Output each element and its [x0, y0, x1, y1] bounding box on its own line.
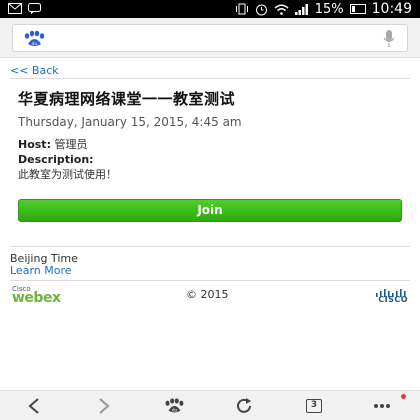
cisco-wordmark: CISCO — [378, 295, 408, 304]
microphone-icon[interactable] — [383, 29, 395, 49]
alarm-icon — [255, 4, 267, 15]
signal-icon — [294, 3, 308, 15]
envelope-icon — [8, 3, 22, 14]
back-nav-button[interactable] — [20, 395, 48, 417]
status-notifications — [8, 3, 41, 15]
host-label: Host: — [18, 138, 51, 151]
forward-nav-button[interactable] — [90, 395, 118, 417]
meeting-title: 华夏病理网络课堂一一教室测试 — [18, 90, 236, 108]
webex-logo: webex — [12, 290, 61, 306]
vibrate-icon — [235, 3, 248, 15]
baidu-paw-icon[interactable]: du — [21, 30, 47, 48]
baidu-paw-icon: du — [165, 398, 184, 413]
host-row: Host: 管理员 — [18, 136, 87, 152]
battery-icon — [349, 4, 366, 14]
notification-dot — [401, 394, 406, 399]
refresh-nav-button[interactable] — [230, 395, 258, 417]
copyright: © 2015 — [186, 288, 229, 301]
browser-navbar: du 3 — [0, 390, 420, 420]
more-dots-icon — [374, 404, 390, 408]
status-indicators: 15% 10:49 — [235, 1, 412, 17]
back-link[interactable]: << Back — [10, 64, 59, 77]
menu-nav-button[interactable] — [368, 395, 396, 417]
divider — [10, 280, 410, 281]
clock: 10:49 — [371, 1, 412, 17]
refresh-icon — [237, 398, 251, 413]
meeting-page: << Back 华夏病理网络课堂一一教室测试 Thursday, January… — [0, 58, 420, 388]
meeting-datetime: Thursday, January 15, 2015, 4:45 am — [18, 115, 242, 129]
host-name: 管理员 — [54, 138, 88, 151]
chat-icon — [28, 3, 41, 15]
chevron-right-icon — [99, 398, 110, 414]
learn-more-link[interactable]: Learn More — [10, 264, 72, 277]
status-bar: 15% 10:49 — [0, 0, 420, 18]
divider — [10, 246, 410, 247]
svg-text:du: du — [172, 408, 178, 413]
search-input[interactable]: du — [12, 24, 408, 52]
chevron-left-icon — [28, 398, 39, 414]
divider — [10, 78, 410, 79]
tabs-nav-button[interactable]: 3 — [300, 395, 328, 417]
home-nav-button[interactable]: du — [160, 395, 188, 417]
wifi-icon — [274, 4, 289, 15]
description-text: 此教室为测试使用！ — [18, 168, 117, 181]
battery-percent: 15% — [314, 1, 344, 17]
svg-text:du: du — [32, 41, 38, 47]
tab-count: 3 — [306, 399, 322, 413]
description-label: Description: — [18, 153, 94, 166]
join-button[interactable]: Join — [18, 199, 402, 222]
browser-toolbar: du — [0, 18, 420, 58]
